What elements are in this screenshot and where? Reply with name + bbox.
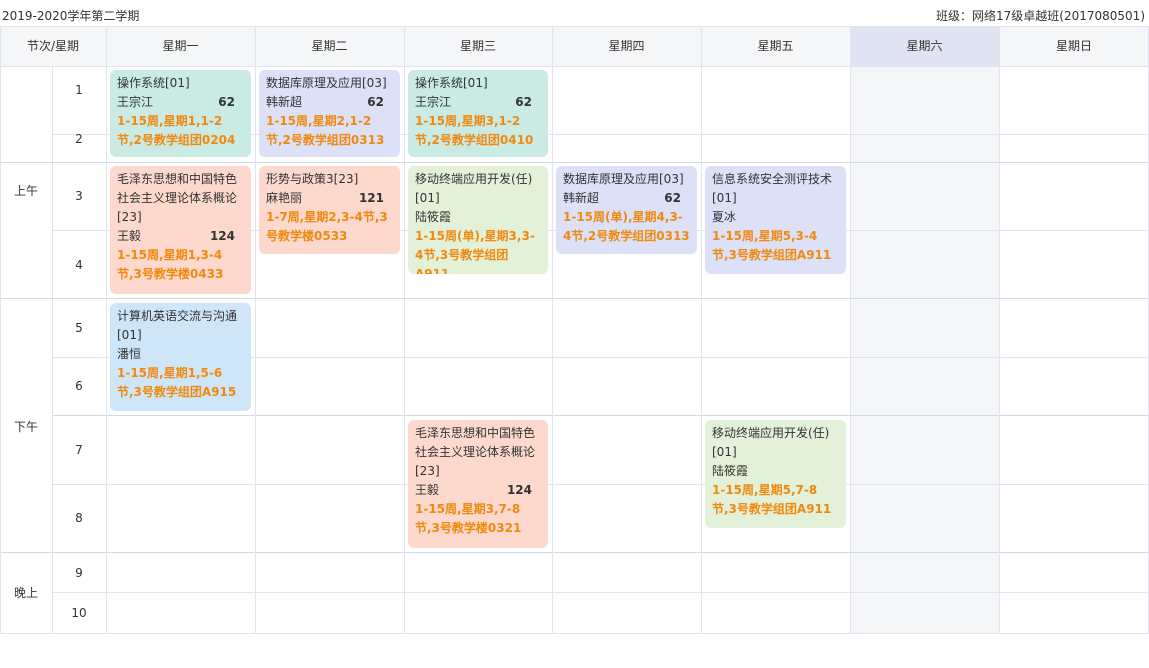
course-teacher: 王毅 xyxy=(415,483,440,497)
header-day-fri: 星期五 xyxy=(701,26,850,66)
course-name: 操作系统[01] xyxy=(117,76,190,90)
course-teacher: 韩新超 xyxy=(266,95,303,109)
header-day-tue: 星期二 xyxy=(255,26,404,66)
course-name: 移动终端应用开发(任)[01] xyxy=(415,172,533,205)
timetable: 节次/星期 星期一 星期二 星期三 星期四 星期五 星期六 星期日 上午 下午 … xyxy=(0,26,1149,634)
course-schedule: 1-15周,星期3,1-2节,2号教学组团0410 xyxy=(415,114,534,147)
course-card[interactable]: 操作系统[01] 王宗江 62 1-15周,星期3,1-2节,2号教学组团0410 xyxy=(408,70,548,157)
course-card[interactable]: 操作系统[01] 王宗江 62 1-15周,星期1,1-2节,2号教学组团0204 xyxy=(110,70,251,157)
course-schedule: 1-15周,星期1,5-6节,3号教学组团A915 xyxy=(117,366,237,399)
course-name: 信息系统安全测评技术[01] xyxy=(712,172,833,205)
slot-label: 2 xyxy=(75,132,83,146)
course-student-count: 62 xyxy=(218,95,235,109)
course-schedule: 1-15周,星期1,1-2节,2号教学组团0204 xyxy=(117,114,236,147)
course-card[interactable]: 毛泽东思想和中国特色社会主义理论体系概论[23] 王毅 124 1-15周,星期3… xyxy=(408,420,548,548)
course-schedule: 1-15周,星期5,3-4节,3号教学组团A911 xyxy=(712,229,832,262)
header-day-thu: 星期四 xyxy=(552,26,701,66)
course-teacher: 韩新超 xyxy=(563,191,600,205)
course-student-count: 121 xyxy=(358,191,384,205)
course-name: 毛泽东思想和中国特色社会主义理论体系概论[23] xyxy=(117,172,238,224)
course-teacher: 麻艳丽 xyxy=(266,191,303,205)
course-teacher: 陆筱霞 xyxy=(712,464,749,478)
course-card[interactable]: 数据库原理及应用[03] 韩新超 62 1-15周(单),星期4,3-4节,2号教… xyxy=(556,166,697,254)
course-student-count: 62 xyxy=(515,95,532,109)
course-name: 形势与政策3[23] xyxy=(266,172,359,186)
course-name: 数据库原理及应用[03] xyxy=(266,76,387,90)
period-evening: 晚上 xyxy=(13,586,38,600)
course-card[interactable]: 数据库原理及应用[03] 韩新超 62 1-15周,星期2,1-2节,2号教学组团… xyxy=(259,70,400,157)
course-name: 计算机英语交流与沟通[01] xyxy=(117,309,238,342)
course-card[interactable]: 形势与政策3[23] 麻艳丽 121 1-7周,星期2,3-4节,3号教学楼053… xyxy=(259,166,400,254)
course-student-count: 124 xyxy=(209,229,235,243)
course-schedule: 1-15周,星期3,7-8节,3号教学楼0321 xyxy=(415,502,522,535)
course-schedule: 1-15周,星期1,3-4节,3号教学楼0433 xyxy=(117,248,224,281)
term-label: 2019-2020学年第二学期 xyxy=(2,9,140,23)
slot-label: 7 xyxy=(75,443,83,457)
header-day-wed: 星期三 xyxy=(404,26,552,66)
slot-label: 9 xyxy=(75,566,83,580)
course-student-count: 62 xyxy=(664,191,681,205)
course-card[interactable]: 信息系统安全测评技术[01] 夏冰 1-15周,星期5,3-4节,3号教学组团A… xyxy=(705,166,846,274)
header-day-sat: 星期六 xyxy=(850,26,999,66)
saturday-column xyxy=(850,66,999,634)
course-name: 数据库原理及应用[03] xyxy=(563,172,684,186)
course-card[interactable]: 毛泽东思想和中国特色社会主义理论体系概论[23] 王毅 124 1-15周,星期1… xyxy=(110,166,251,294)
course-teacher: 潘恒 xyxy=(117,347,142,361)
top-bar: 2019-2020学年第二学期 班级：网络17级卓越班(2017080501) xyxy=(0,0,1149,26)
course-schedule: 1-15周,星期2,1-2节,2号教学组团0313 xyxy=(266,114,385,147)
header-day-sun: 星期日 xyxy=(999,26,1149,66)
slot-label: 5 xyxy=(75,321,83,335)
slot-label: 1 xyxy=(75,83,83,97)
course-card[interactable]: 移动终端应用开发(任)[01] 陆筱霞 1-15周(单),星期3,3-4节,3号… xyxy=(408,166,548,274)
slot-label: 3 xyxy=(75,189,83,203)
header-corner: 节次/星期 xyxy=(0,26,106,66)
header-day-mon: 星期一 xyxy=(106,26,255,66)
course-student-count: 62 xyxy=(367,95,384,109)
course-schedule: 1-15周(单),星期4,3-4节,2号教学组团0313 xyxy=(563,210,690,243)
course-card[interactable]: 计算机英语交流与沟通[01] 潘恒 1-15周,星期1,5-6节,3号教学组团A… xyxy=(110,303,251,411)
course-schedule: 1-15周(单),星期3,3-4节,3号教学组团A911 xyxy=(415,229,535,274)
course-name: 毛泽东思想和中国特色社会主义理论体系概论[23] xyxy=(415,426,536,478)
period-afternoon: 下午 xyxy=(13,420,38,434)
course-schedule: 1-15周,星期5,7-8节,3号教学组团A911 xyxy=(712,483,832,516)
course-teacher: 王宗江 xyxy=(415,95,452,109)
slot-label: 10 xyxy=(71,606,87,620)
course-teacher: 王宗江 xyxy=(117,95,154,109)
course-schedule: 1-7周,星期2,3-4节,3号教学楼0533 xyxy=(266,210,388,243)
course-teacher: 王毅 xyxy=(117,229,142,243)
course-name: 移动终端应用开发(任)[01] xyxy=(712,426,830,459)
course-name: 操作系统[01] xyxy=(415,76,488,90)
slot-label: 4 xyxy=(75,258,83,272)
slot-label: 8 xyxy=(75,511,83,525)
course-student-count: 124 xyxy=(506,483,532,497)
course-teacher: 陆筱霞 xyxy=(415,210,452,224)
course-card[interactable]: 移动终端应用开发(任)[01] 陆筱霞 1-15周,星期5,7-8节,3号教学组… xyxy=(705,420,846,528)
period-morning: 上午 xyxy=(13,184,38,198)
slot-label: 6 xyxy=(75,379,83,393)
class-info: 班级：网络17级卓越班(2017080501) xyxy=(936,9,1145,23)
course-teacher: 夏冰 xyxy=(712,210,737,224)
